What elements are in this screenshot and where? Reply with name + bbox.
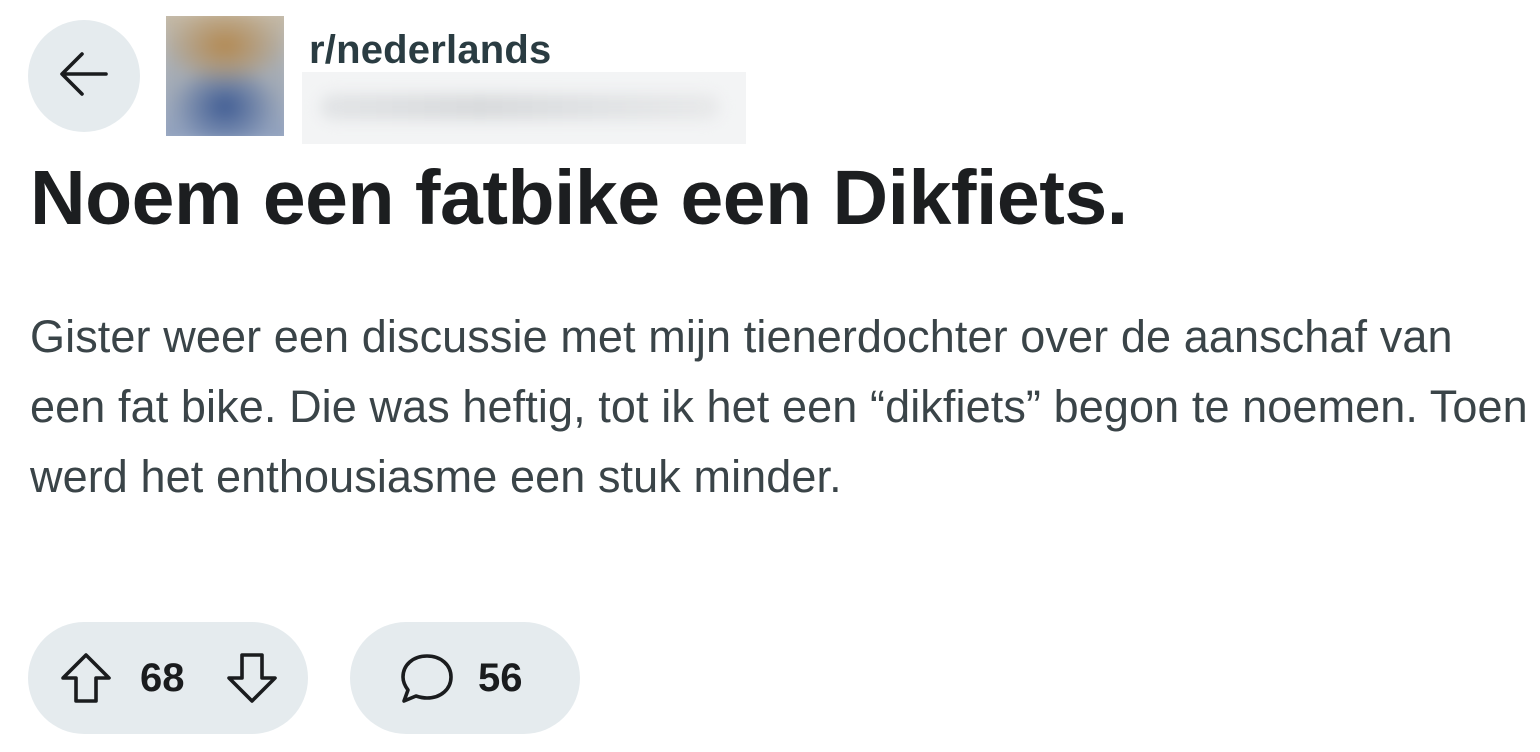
downvote-button[interactable] <box>224 650 280 706</box>
back-button[interactable] <box>28 20 140 132</box>
arrow-left-icon <box>56 46 112 107</box>
redaction-blur <box>320 94 720 120</box>
arrow-down-icon <box>227 653 277 703</box>
upvote-button[interactable] <box>58 650 114 706</box>
username-redacted <box>302 72 746 144</box>
speech-bubble-icon <box>398 650 456 706</box>
arrow-up-icon <box>61 653 111 703</box>
blurred-avatar-image <box>166 16 284 136</box>
vote-bar: 68 <box>28 622 308 734</box>
post-title: Noem een fatbike een Dikfiets. <box>30 155 1128 241</box>
vote-score: 68 <box>140 656 185 700</box>
comments-button[interactable]: 56 <box>350 622 580 734</box>
subreddit-name[interactable]: r/nederlands <box>309 26 551 74</box>
post-body: Gister weer een discussie met mijn tiene… <box>30 311 1528 502</box>
comment-count: 56 <box>478 656 523 700</box>
subreddit-avatar[interactable] <box>166 16 284 136</box>
